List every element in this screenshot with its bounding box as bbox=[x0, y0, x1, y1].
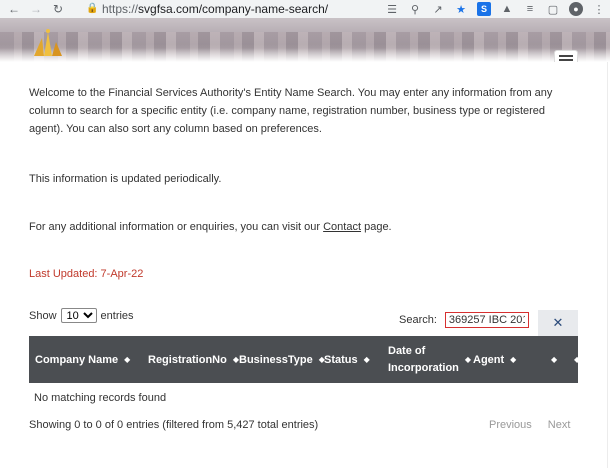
search-input[interactable] bbox=[444, 312, 529, 328]
column-label-line1: Date of bbox=[388, 344, 426, 357]
lock-icon: 🔒 bbox=[86, 3, 99, 14]
empty-table-message: No matching records found bbox=[34, 392, 167, 404]
contact-paragraph: For any additional information or enquir… bbox=[29, 218, 569, 236]
contact-suffix: page. bbox=[361, 221, 392, 233]
column-status[interactable]: Status ◆ bbox=[324, 336, 370, 383]
show-label: Show bbox=[29, 309, 57, 322]
pagination: Previous Next bbox=[489, 419, 570, 431]
column-label: Agent bbox=[473, 353, 505, 366]
length-control: Show 10 entries bbox=[29, 308, 134, 323]
sort-icon: ◆ bbox=[464, 355, 472, 364]
column-extra-2[interactable]: ◆ bbox=[568, 336, 580, 383]
sort-icon: ◆ bbox=[124, 355, 131, 364]
column-label: Status bbox=[324, 353, 358, 366]
translate-icon[interactable]: ☰ bbox=[385, 2, 399, 16]
column-business-type[interactable]: BusinessType ◆ bbox=[239, 336, 325, 383]
column-label: Date of Incorporation bbox=[388, 343, 459, 377]
reload-icon[interactable]: ↻ bbox=[50, 1, 66, 17]
contact-link[interactable]: Contact bbox=[323, 221, 361, 233]
banner-fade bbox=[0, 48, 610, 62]
share-icon[interactable]: ↗ bbox=[431, 2, 445, 16]
header-banner bbox=[0, 18, 610, 62]
sort-icon: ◆ bbox=[363, 355, 370, 364]
extension-area: ☰ ⚲ ↗ ★ S ▲ ≡ ▢ ● ⋮ bbox=[385, 1, 606, 17]
url-protocol: https:// bbox=[102, 2, 139, 16]
extension-s-icon[interactable]: S bbox=[477, 2, 491, 16]
star-icon[interactable]: ★ bbox=[454, 2, 468, 16]
hamburger-menu-icon[interactable] bbox=[554, 50, 578, 62]
reading-list-icon[interactable]: ≡ bbox=[523, 2, 537, 16]
clear-search-icon[interactable]: ✕ bbox=[538, 310, 578, 336]
url-rest: svgfsa.com/company-name-search/ bbox=[138, 2, 329, 16]
url-text: https://svgfsa.com/company-name-search/ bbox=[102, 2, 328, 16]
column-agent[interactable]: Agent ◆ bbox=[473, 336, 516, 383]
update-note: This information is updated periodically… bbox=[29, 173, 222, 185]
column-label: BusinessType bbox=[239, 353, 313, 366]
zoom-icon[interactable]: ⚲ bbox=[408, 2, 422, 16]
column-label-line2: Incorporation bbox=[388, 361, 459, 374]
contact-prefix: For any additional information or enquir… bbox=[29, 221, 324, 233]
fsa-logo[interactable] bbox=[30, 28, 64, 58]
last-updated: Last Updated: 7-Apr-22 bbox=[29, 268, 144, 280]
previous-button[interactable]: Previous bbox=[489, 419, 532, 431]
sort-icon: ◆ bbox=[574, 355, 581, 364]
menu-bar bbox=[559, 55, 573, 57]
sidebar-icon[interactable]: ▢ bbox=[546, 2, 560, 16]
next-button[interactable]: Next bbox=[548, 419, 571, 431]
column-registration-no[interactable]: RegistrationNo ◆ bbox=[148, 336, 239, 383]
intro-paragraph: Welcome to the Financial Services Author… bbox=[29, 87, 553, 135]
browser-toolbar: ← → ↻ 🔒 https://svgfsa.com/company-name-… bbox=[0, 0, 610, 18]
table-info: Showing 0 to 0 of 0 entries (filtered fr… bbox=[29, 419, 319, 431]
entries-label: entries bbox=[100, 309, 134, 322]
back-icon[interactable]: ← bbox=[6, 1, 22, 17]
column-company-name[interactable]: Company Name ◆ bbox=[35, 336, 130, 383]
column-date-of-incorporation[interactable]: Date of Incorporation ◆ bbox=[388, 336, 471, 383]
column-label: Company Name bbox=[35, 353, 119, 366]
puzzle-icon[interactable]: ▲ bbox=[500, 2, 514, 16]
scrollbar-track[interactable] bbox=[607, 62, 608, 468]
search-label: Search: bbox=[399, 314, 437, 326]
column-label: RegistrationNo bbox=[148, 353, 227, 366]
menu-bar bbox=[559, 59, 573, 61]
search-control: Search: bbox=[399, 312, 529, 328]
profile-icon[interactable]: ● bbox=[569, 2, 583, 16]
sort-icon: ◆ bbox=[510, 355, 517, 364]
column-extra-1[interactable]: ◆ bbox=[545, 336, 557, 383]
table-header: Company Name ◆ RegistrationNo ◆ Business… bbox=[29, 336, 580, 383]
sort-icon: ◆ bbox=[551, 355, 558, 364]
menu-dots-icon[interactable]: ⋮ bbox=[592, 2, 606, 16]
forward-icon[interactable]: → bbox=[28, 1, 44, 17]
entries-per-page-select[interactable]: 10 bbox=[60, 308, 97, 323]
